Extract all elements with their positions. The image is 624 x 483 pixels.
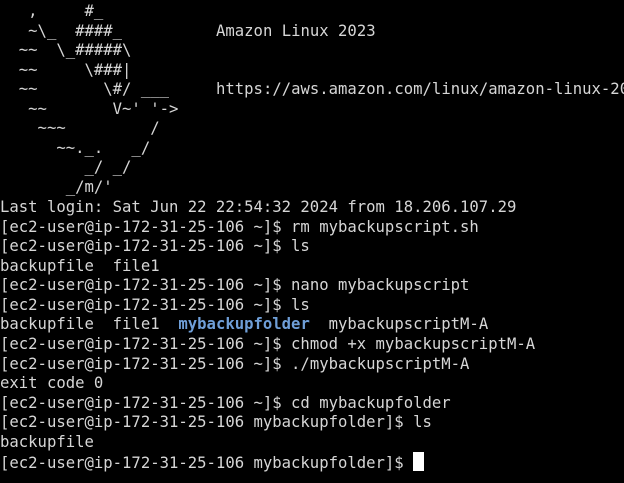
shell-prompt: [ec2-user@ip-172-31-25-106 mybackupfolde… <box>0 454 414 472</box>
banner-art-line-2: ~\_ ####_ <box>0 22 123 40</box>
command-line: [ec2-user@ip-172-31-25-106 ~]$ ./mybacku… <box>0 355 469 375</box>
command-text: chmod +x mybackupscriptM-A <box>291 335 536 353</box>
command-text: ./mybackupscriptM-A <box>291 355 470 373</box>
command-line: [ec2-user@ip-172-31-25-106 ~]$ rm myback… <box>0 218 479 238</box>
command-text: nano mybackupscript <box>291 276 470 294</box>
banner-art-line-3: ~~ \_#####\ <box>0 41 132 59</box>
shell-prompt: [ec2-user@ip-172-31-25-106 ~]$ <box>0 296 292 314</box>
last-login-line: Last login: Sat Jun 22 22:54:32 2024 fro… <box>0 198 517 216</box>
shell-prompt: [ec2-user@ip-172-31-25-106 ~]$ <box>0 335 292 353</box>
output-line: exit code 0 <box>0 374 104 392</box>
command-text: ls <box>291 296 310 314</box>
os-name-label: Amazon Linux 2023 <box>216 22 376 40</box>
shell-prompt: [ec2-user@ip-172-31-25-106 ~]$ <box>0 276 292 294</box>
command-text: cd mybackupfolder <box>291 394 451 412</box>
text-cursor[interactable] <box>413 452 425 471</box>
output-line: backupfile file1 mybackupfolder mybackup… <box>0 315 488 335</box>
command-line: [ec2-user@ip-172-31-25-106 mybackupfolde… <box>0 413 432 433</box>
file-entries: mybackupscriptM-A <box>309 315 489 333</box>
banner-art-line-10: _/m/' <box>0 178 113 196</box>
shell-prompt: [ec2-user@ip-172-31-25-106 ~]$ <box>0 355 292 373</box>
command-line: [ec2-user@ip-172-31-25-106 ~]$ nano myba… <box>0 276 469 296</box>
banner-art-line-6: ~~ V~' '-> <box>0 100 179 118</box>
output-line: backupfile file1 <box>0 257 160 275</box>
banner-art-line-1: , #_ <box>0 2 104 20</box>
command-text: rm mybackupscript.sh <box>291 218 479 236</box>
command-line: [ec2-user@ip-172-31-25-106 ~]$ ls <box>0 296 310 316</box>
command-text: ls <box>413 413 432 431</box>
shell-prompt: [ec2-user@ip-172-31-25-106 ~]$ <box>0 394 292 412</box>
shell-prompt: [ec2-user@ip-172-31-25-106 mybackupfolde… <box>0 413 414 431</box>
directory-entry: mybackupfolder <box>178 315 310 333</box>
active-command-line[interactable]: [ec2-user@ip-172-31-25-106 mybackupfolde… <box>0 452 425 472</box>
os-url-link[interactable]: https://aws.amazon.com/linux/amazon-linu… <box>216 80 624 100</box>
terminal-window[interactable]: , #_ ~\_ ####_ ~~ \_#####\ ~~ \###| ~~ \… <box>0 0 624 483</box>
command-line: [ec2-user@ip-172-31-25-106 ~]$ chmod +x … <box>0 335 535 355</box>
command-line: [ec2-user@ip-172-31-25-106 ~]$ cd myback… <box>0 394 451 414</box>
banner-art-line-7: ~~~ / <box>0 119 160 137</box>
output-line: backupfile <box>0 433 94 451</box>
shell-prompt: [ec2-user@ip-172-31-25-106 ~]$ <box>0 237 292 255</box>
banner-art-line-8: ~~._. _/ <box>0 139 151 157</box>
banner-art-line-4: ~~ \###| <box>0 61 132 79</box>
shell-prompt: [ec2-user@ip-172-31-25-106 ~]$ <box>0 218 292 236</box>
banner-art-line-9: _/ _/ <box>0 158 132 176</box>
banner-art-line-5: ~~ \#/ ___ <box>0 80 169 98</box>
command-text: ls <box>291 237 310 255</box>
file-entries: backupfile file1 <box>0 315 179 333</box>
command-line: [ec2-user@ip-172-31-25-106 ~]$ ls <box>0 237 310 257</box>
